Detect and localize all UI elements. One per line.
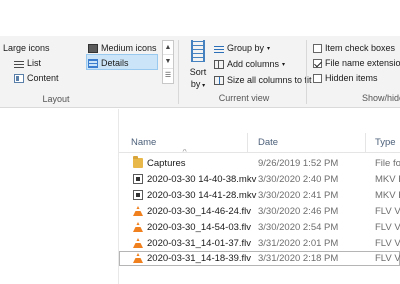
column-header-name[interactable]: Name xyxy=(131,137,156,148)
folder-icon xyxy=(133,156,143,168)
item-check-boxes-toggle[interactable]: Item check boxes xyxy=(313,40,395,56)
file-date: 3/31/2020 2:18 PM xyxy=(258,253,339,264)
chevron-down-icon: ▾ xyxy=(282,61,286,68)
vlc-icon xyxy=(133,238,143,248)
layout-gallery-scroll[interactable]: ▲ ▼ ☰ xyxy=(162,40,174,84)
add-columns-label: Add columns xyxy=(227,59,280,69)
file-list[interactable]: ^ Name Date Type Captures 9/26/2019 1:52… xyxy=(119,109,400,284)
file-row[interactable]: 2020-03-30_14-46-24.flv 3/30/2020 2:46 P… xyxy=(119,204,400,219)
file-name: Captures xyxy=(147,158,186,169)
sort-by-icon xyxy=(191,40,205,62)
file-row[interactable]: 2020-03-30_14-54-03.flv 3/30/2020 2:54 P… xyxy=(119,220,400,235)
sort-by-label-line2: by ▾ xyxy=(190,79,206,89)
medium-icons-icon xyxy=(88,43,98,53)
file-name: 2020-03-30 14-41-28.mkv xyxy=(147,190,257,201)
vlc-icon xyxy=(133,222,143,232)
content-icon xyxy=(14,73,24,83)
file-type: FLV Vi xyxy=(375,238,400,249)
medium-icons-label: Medium icons xyxy=(101,43,157,53)
details-icon xyxy=(88,58,98,68)
file-name: 2020-03-30_14-46-24.flv xyxy=(147,206,252,217)
file-type: File fo xyxy=(375,158,400,169)
navigation-pane[interactable] xyxy=(0,109,118,284)
column-header-row: ^ Name Date Type xyxy=(119,133,400,156)
layout-group-label: Layout xyxy=(42,94,70,104)
file-name: 2020-03-31_14-01-37.flv xyxy=(147,238,252,249)
file-name-extensions-toggle[interactable]: File name extensions xyxy=(313,55,400,71)
file-date: 3/30/2020 2:41 PM xyxy=(258,190,339,201)
file-row[interactable]: 2020-03-30 14-40-38.mkv 3/30/2020 2:40 P… xyxy=(119,172,400,187)
add-columns-icon xyxy=(214,59,224,69)
current-view-group-label: Current view xyxy=(218,93,270,103)
file-type: FLV Vi xyxy=(375,253,400,264)
column-divider[interactable] xyxy=(365,133,366,153)
file-row[interactable]: 2020-03-31_14-01-37.flv 3/31/2020 2:01 P… xyxy=(119,236,400,251)
list-button[interactable]: List xyxy=(14,55,41,71)
ribbon-separator xyxy=(178,40,179,104)
large-icons-label: Large icons xyxy=(3,43,50,53)
hidden-items-label: Hidden items xyxy=(325,73,378,83)
file-date: 3/31/2020 2:01 PM xyxy=(258,238,339,249)
content-label: Content xyxy=(27,73,59,83)
file-name-extensions-label: File name extensions xyxy=(325,58,400,68)
file-row[interactable]: 2020-03-30 14-41-28.mkv 3/30/2020 2:41 P… xyxy=(119,188,400,203)
file-row[interactable]: Captures 9/26/2019 1:52 PM File fo xyxy=(119,156,400,171)
file-type: FLV Vi xyxy=(375,222,400,233)
file-type: MKV F xyxy=(375,174,400,185)
column-header-type[interactable]: Type xyxy=(375,137,396,148)
gallery-more-icon[interactable]: ☰ xyxy=(163,69,173,83)
large-icons-button[interactable]: Large icons xyxy=(0,40,50,56)
hidden-items-checkbox[interactable] xyxy=(313,73,322,83)
vlc-icon xyxy=(133,206,143,216)
show-hide-group-label: Show/hide xyxy=(362,93,400,103)
list-icon xyxy=(14,58,24,68)
ribbon-tab-strip xyxy=(0,0,400,36)
column-divider[interactable] xyxy=(247,133,248,153)
list-label: List xyxy=(27,58,42,68)
gallery-down-icon[interactable]: ▼ xyxy=(163,55,173,69)
group-by-button[interactable]: Group by ▾ xyxy=(214,40,270,56)
file-name-extensions-checkbox[interactable] xyxy=(313,58,322,68)
group-by-icon xyxy=(214,43,224,53)
file-name: 2020-03-30 14-40-38.mkv xyxy=(147,174,257,185)
file-type: FLV Vi xyxy=(375,206,400,217)
column-header-date[interactable]: Date xyxy=(258,137,278,148)
ribbon-separator xyxy=(306,40,307,104)
item-check-boxes-label: Item check boxes xyxy=(325,43,396,53)
details-label: Details xyxy=(101,58,129,68)
file-date: 9/26/2019 1:52 PM xyxy=(258,158,339,169)
vlc-icon xyxy=(133,253,143,263)
content-button[interactable]: Content xyxy=(14,70,59,86)
file-name: 2020-03-31_14-18-39.flv xyxy=(147,253,252,264)
file-date: 3/30/2020 2:54 PM xyxy=(258,222,339,233)
mkv-file-icon xyxy=(133,174,143,184)
chevron-down-icon: ▾ xyxy=(267,45,271,52)
mkv-file-icon xyxy=(133,190,143,200)
item-check-boxes-checkbox[interactable] xyxy=(313,43,322,53)
file-name: 2020-03-30_14-54-03.flv xyxy=(147,222,252,233)
file-date: 3/30/2020 2:46 PM xyxy=(258,206,339,217)
file-row-selected[interactable]: 2020-03-31_14-18-39.flv 3/31/2020 2:18 P… xyxy=(119,251,400,266)
file-date: 3/30/2020 2:40 PM xyxy=(258,174,339,185)
details-button[interactable]: Details xyxy=(88,55,129,71)
size-columns-icon xyxy=(214,75,224,85)
sort-ascending-icon: ^ xyxy=(182,149,187,156)
size-all-columns-button[interactable]: Size all columns to fit xyxy=(214,72,312,88)
ribbon: Layout Large icons Medium icons List Det… xyxy=(0,0,400,108)
add-columns-button[interactable]: Add columns ▾ xyxy=(214,56,285,72)
group-by-label: Group by xyxy=(227,43,265,53)
size-all-columns-label: Size all columns to fit xyxy=(227,75,312,85)
sort-by-label-line1: Sort xyxy=(189,67,207,77)
hidden-items-toggle[interactable]: Hidden items xyxy=(313,70,378,86)
sort-by-button[interactable]: Sort by ▾ xyxy=(186,40,210,92)
gallery-up-icon[interactable]: ▲ xyxy=(163,41,173,55)
file-type: MKV F xyxy=(375,190,400,201)
